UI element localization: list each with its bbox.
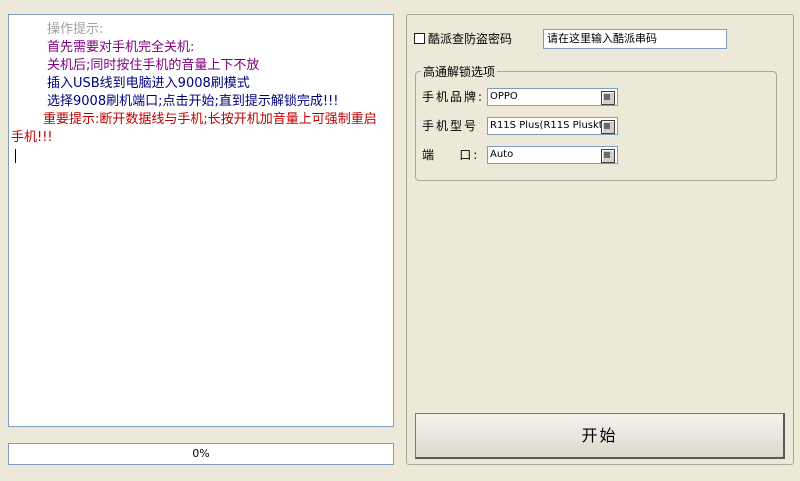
kupai-checkbox[interactable]	[414, 33, 425, 44]
log-line: 操作提示:	[47, 22, 104, 37]
log-line: 关机后;同时按住手机的音量上下不放	[47, 58, 260, 73]
brand-label: 手机品牌:	[422, 90, 485, 104]
brand-select-value: OPPO	[490, 91, 518, 102]
dropdown-arrow-icon[interactable]	[601, 91, 615, 105]
kupai-checkbox-label: 酷派查防盗密码	[428, 32, 513, 46]
text-caret	[15, 149, 16, 163]
port-label: 端 口:	[422, 148, 480, 162]
brand-select[interactable]: OPPO	[487, 88, 618, 106]
group-title: 高通解锁选项	[421, 63, 498, 80]
progress-label: 0%	[192, 447, 210, 460]
port-select[interactable]: Auto	[487, 146, 618, 164]
progress-bar: 0%	[8, 443, 394, 465]
dropdown-arrow-icon[interactable]	[601, 120, 615, 134]
log-line: 插入USB线到电脑进入9008刷模式	[47, 76, 250, 91]
kupai-checkbox-row[interactable]: 酷派查防盗密码	[414, 30, 512, 46]
model-label: 手机型号	[422, 119, 479, 133]
start-button[interactable]: 开始	[415, 413, 785, 459]
model-select[interactable]: R11S Plus(R11S Pluskt)	[487, 117, 618, 135]
model-select-value: R11S Plus(R11S Pluskt)	[490, 120, 607, 131]
log-line: 首先需要对手机完全关机:	[47, 40, 195, 55]
dropdown-arrow-icon[interactable]	[601, 149, 615, 163]
port-select-value: Auto	[490, 149, 514, 160]
log-line: 选择9008刷机端口;点击开始;直到提示解锁完成!!!	[47, 94, 339, 109]
log-textarea[interactable]: 操作提示: 首先需要对手机完全关机: 关机后;同时按住手机的音量上下不放 插入U…	[8, 14, 394, 427]
kupai-serial-input[interactable]: 请在这里输入酷派串码	[543, 29, 727, 49]
log-line: 重要提示:断开数据线与手机;长按开机加音量上可强制重启手机!!!	[11, 112, 377, 145]
